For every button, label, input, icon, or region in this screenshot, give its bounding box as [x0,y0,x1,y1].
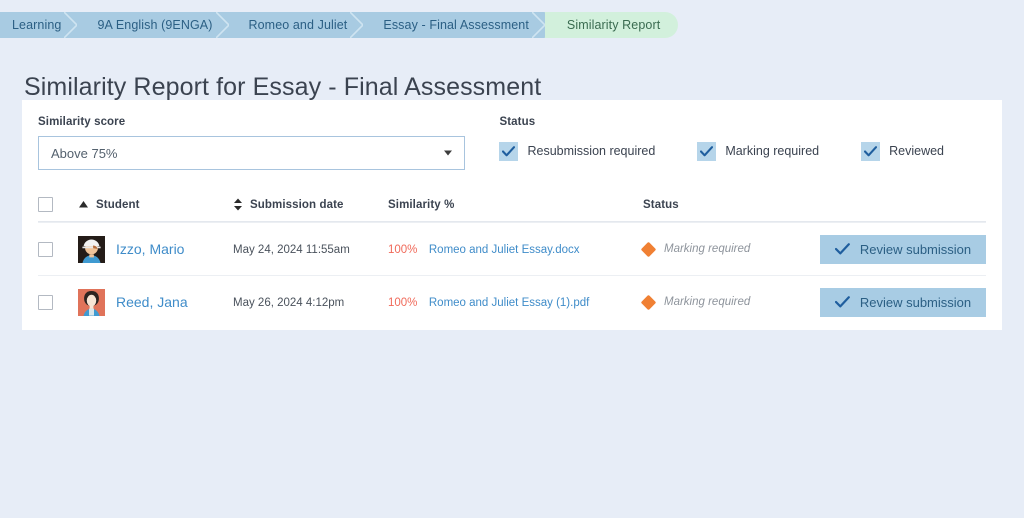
checkmark-icon [499,141,519,161]
status-option-label: Resubmission required [527,144,656,158]
action-cell: Review submission [818,234,986,264]
column-header-label: Similarity % [388,198,455,211]
status-option-label: Reviewed [889,144,944,158]
avatar [78,288,105,316]
status-checkbox-marking-required[interactable]: Marking required [697,141,820,161]
breadcrumb-label: Similarity Report [566,18,661,32]
breadcrumb-label: 9A English (9ENGA) [97,18,213,32]
similarity-score-select[interactable]: Above 75% [38,136,466,170]
similarity-cell: 100% Romeo and Juliet Essay (1).pdf [388,293,643,311]
row-select-checkbox[interactable] [38,241,53,257]
breadcrumb-chevron-icon [64,12,79,38]
breadcrumb-label: Romeo and Juliet [248,18,348,32]
table-row: Reed, Jana May 26, 2024 4:12pm 100% Rome… [38,275,986,328]
submission-date-value: May 26, 2024 4:12pm [233,297,345,309]
review-submission-label: Review submission [859,294,972,310]
submission-date-cell: May 26, 2024 4:12pm [233,293,388,311]
column-header-similarity[interactable]: Similarity % [388,199,643,211]
table-row: Izzo, Mario May 24, 2024 11:55am 100% Ro… [38,222,986,275]
status-checkbox-resubmission-required[interactable]: Resubmission required [499,141,656,161]
similarity-score-label: Similarity score [38,116,126,128]
review-submission-label: Review submission [859,241,972,257]
submission-file-link[interactable]: Romeo and Juliet Essay (1).pdf [429,297,589,309]
similarity-percent: 100% [388,244,418,256]
avatar [78,235,105,263]
review-submission-button[interactable]: Review submission [820,287,986,317]
submission-date-value: May 24, 2024 11:55am [233,244,350,256]
review-submission-button[interactable]: Review submission [820,234,986,264]
similarity-score-filter: Similarity score Above 75% [38,116,466,170]
filters-area: Similarity score Above 75% Status Resubm… [38,116,986,170]
similarity-percent: 100% [388,297,418,309]
column-header-student[interactable]: Student [78,199,233,211]
breadcrumb-item-assessment[interactable]: Essay - Final Assessment [363,12,546,38]
student-cell: Reed, Jana [78,288,233,316]
breadcrumb-item-similarity-report[interactable]: Similarity Report [544,12,679,38]
breadcrumb-chevron-icon [350,12,365,38]
status-badge: Marking required [664,243,751,255]
similarity-score-value: Above 75% [51,145,118,161]
breadcrumb-label: Essay - Final Assessment [383,18,529,32]
breadcrumb-item-learning[interactable]: Learning [0,12,79,38]
column-header-label: Student [96,198,140,211]
breadcrumb-label: Learning [12,18,62,32]
row-select-cell [38,294,78,310]
status-cell: Marking required [640,241,818,257]
status-checkbox-reviewed[interactable]: Reviewed [861,141,944,161]
sort-both-icon [233,198,243,211]
breadcrumb-item-class[interactable]: 9A English (9ENGA) [77,12,230,38]
row-select-checkbox[interactable] [38,294,53,310]
breadcrumb-chevron-icon [215,12,230,38]
status-cell: Marking required [640,294,818,310]
status-badge: Marking required [664,296,751,308]
status-option-label: Marking required [725,144,820,158]
student-name-link[interactable]: Izzo, Mario [116,241,184,257]
chevron-down-icon [444,150,453,156]
status-filter: Status Resubmission required Marking req… [499,116,986,170]
submissions-table: Student Submission date Similarity % Sta… [38,188,986,328]
submission-file-link[interactable]: Romeo and Juliet Essay.docx [429,244,580,256]
select-all-cell [38,197,78,212]
breadcrumb-item-unit[interactable]: Romeo and Juliet [228,12,365,38]
breadcrumb-chevron-icon [531,12,546,38]
checkmark-icon [697,141,717,161]
column-header-label: Submission date [250,198,344,211]
column-header-label: Status [643,198,679,211]
similarity-cell: 100% Romeo and Juliet Essay.docx [388,240,643,258]
table-header-row: Student Submission date Similarity % Sta… [38,188,986,222]
student-name-link[interactable]: Reed, Jana [116,294,188,310]
checkmark-icon [834,243,850,255]
row-select-cell [38,241,78,257]
submission-date-cell: May 24, 2024 11:55am [233,240,388,258]
checkmark-icon [834,296,850,308]
status-filter-label: Status [499,116,536,128]
column-header-status[interactable]: Status [643,199,818,211]
status-diamond-icon [640,241,657,257]
page-title: Similarity Report for Essay - Final Asse… [24,72,542,101]
select-all-checkbox[interactable] [38,197,53,212]
checkmark-icon [861,141,881,161]
action-cell: Review submission [818,287,986,317]
report-card: Similarity score Above 75% Status Resubm… [22,100,1002,330]
student-cell: Izzo, Mario [78,235,233,263]
status-diamond-icon [640,294,657,310]
breadcrumb: Learning 9A English (9ENGA) Romeo and Ju… [0,12,679,38]
sort-ascending-icon [78,200,89,209]
column-header-submission-date[interactable]: Submission date [233,198,388,211]
